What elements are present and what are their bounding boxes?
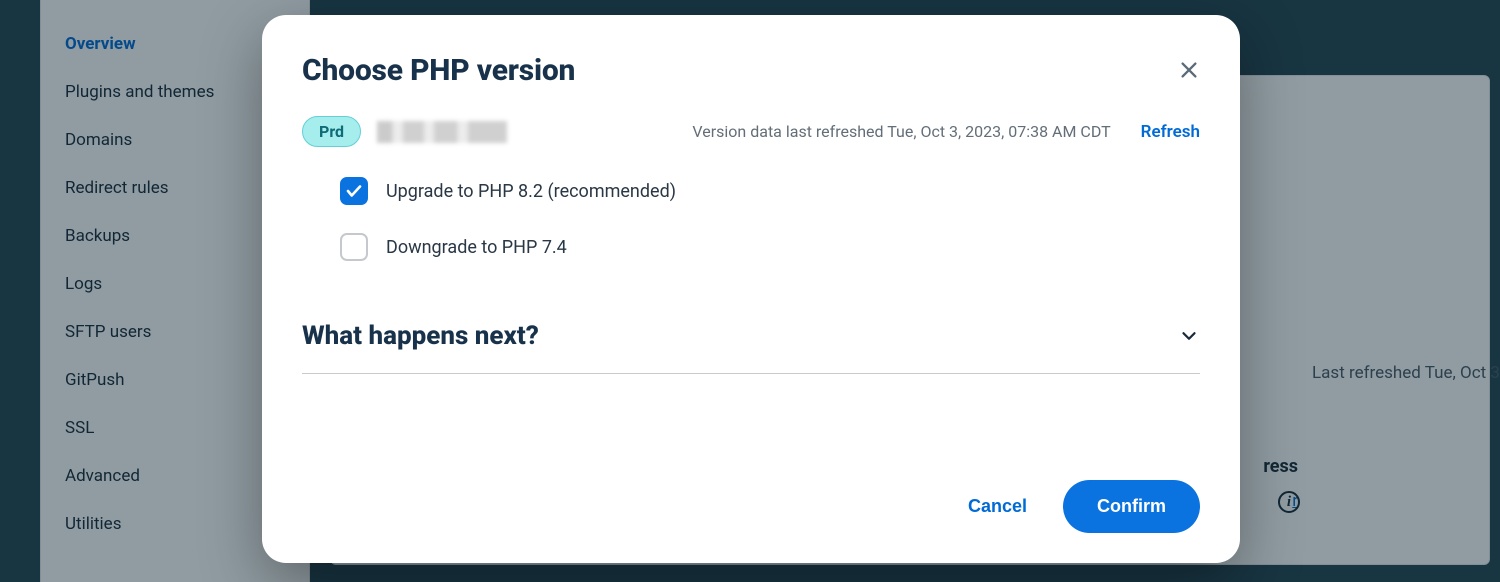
modal-title: Choose PHP version (302, 53, 575, 88)
option-upgrade-php82[interactable]: Upgrade to PHP 8.2 (recommended) (340, 177, 1200, 205)
option-label: Upgrade to PHP 8.2 (recommended) (386, 181, 676, 202)
what-happens-next-accordion[interactable]: What happens next? (302, 321, 1200, 374)
environment-name-redacted (377, 121, 507, 143)
background-text-fragment-ress: ress (1263, 456, 1298, 477)
checkbox-unchecked-icon[interactable] (340, 233, 368, 261)
chevron-down-icon (1178, 325, 1200, 347)
environment-badge: Prd (302, 116, 361, 147)
info-icon[interactable]: i (1278, 491, 1300, 513)
confirm-button[interactable]: Confirm (1063, 480, 1200, 533)
environment-row: Prd Version data last refreshed Tue, Oct… (302, 116, 1200, 147)
option-downgrade-php74[interactable]: Downgrade to PHP 7.4 (340, 233, 1200, 261)
version-refresh-text: Version data last refreshed Tue, Oct 3, … (692, 122, 1110, 141)
modal-footer: Cancel Confirm (302, 460, 1200, 533)
php-version-options: Upgrade to PHP 8.2 (recommended) Downgra… (302, 177, 1200, 261)
refresh-link[interactable]: Refresh (1141, 122, 1200, 142)
accordion-title: What happens next? (302, 321, 539, 351)
close-icon[interactable] (1178, 59, 1200, 81)
cancel-button[interactable]: Cancel (968, 496, 1027, 517)
background-last-refreshed: Last refreshed Tue, Oct 3 (1312, 363, 1500, 383)
option-label: Downgrade to PHP 7.4 (386, 237, 567, 258)
choose-php-modal: Choose PHP version Prd Version data last… (262, 15, 1240, 563)
checkbox-checked-icon[interactable] (340, 177, 368, 205)
